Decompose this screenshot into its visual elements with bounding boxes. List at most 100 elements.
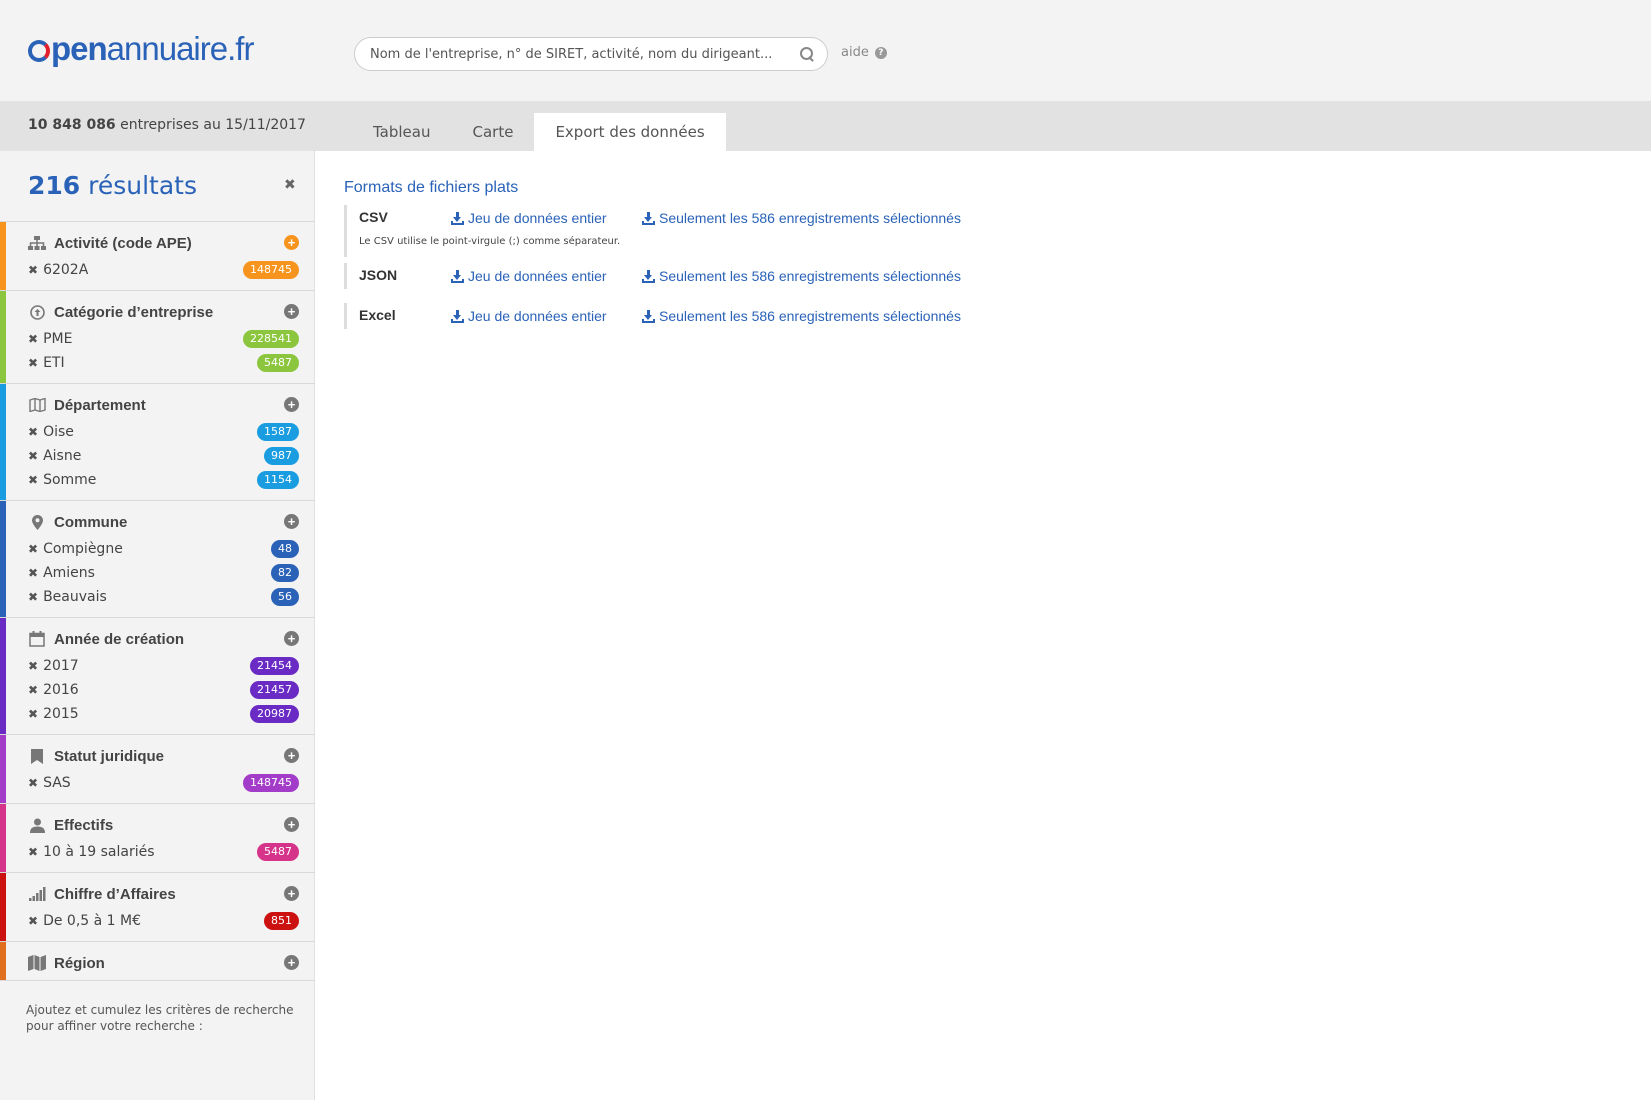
download-icon xyxy=(642,269,655,283)
logo-text-pen: pen xyxy=(51,30,108,67)
remove-filter-icon[interactable]: ✖ xyxy=(28,473,38,487)
search-icon[interactable] xyxy=(799,46,815,62)
download-selected-link[interactable]: Seulement les 586 enregistrements sélect… xyxy=(642,308,961,324)
divider xyxy=(0,980,315,981)
filter-group-header[interactable]: Chiffre d’Affaires + xyxy=(0,883,315,905)
help-link[interactable]: aide ? xyxy=(841,45,887,60)
calendar-icon xyxy=(28,631,46,647)
remove-filter-icon[interactable]: ✖ xyxy=(28,845,38,859)
filter-item: ✖ ETI 5487 xyxy=(0,351,315,375)
remove-filter-icon[interactable]: ✖ xyxy=(28,707,38,721)
add-filter-icon[interactable]: + xyxy=(284,748,299,763)
download-link-label: Jeu de données entier xyxy=(468,268,607,284)
arrow-circle-up-icon xyxy=(28,304,46,320)
filter-group-title: Département xyxy=(54,396,146,414)
filter-group-title: Commune xyxy=(54,513,128,531)
filter-item-label: Somme xyxy=(43,472,97,488)
sitemap-icon xyxy=(28,235,46,251)
filter-group-header[interactable]: Année de création + xyxy=(0,628,315,650)
count-badge: 851 xyxy=(264,912,299,930)
filter-item: ✖ Amiens 82 xyxy=(0,561,315,585)
download-full-link[interactable]: Jeu de données entier xyxy=(451,268,607,284)
filter-item-label: Aisne xyxy=(43,448,82,464)
filter-item-label: Compiègne xyxy=(43,541,123,557)
map-outline-icon xyxy=(28,397,46,413)
format-name: Excel xyxy=(359,307,396,323)
remove-filter-icon[interactable]: ✖ xyxy=(28,449,38,463)
download-selected-link[interactable]: Seulement les 586 enregistrements sélect… xyxy=(642,210,961,226)
logo-text-rest: annuaire.fr xyxy=(106,30,255,67)
add-filter-icon[interactable]: + xyxy=(284,235,299,250)
filter-group-title: Effectifs xyxy=(54,816,114,834)
remove-filter-icon[interactable]: ✖ xyxy=(28,914,38,928)
filter-group-title: Chiffre d’Affaires xyxy=(54,885,176,903)
download-selected-link[interactable]: Seulement les 586 enregistrements sélect… xyxy=(642,268,961,284)
download-link-label: Jeu de données entier xyxy=(468,308,607,324)
remove-filter-icon[interactable]: ✖ xyxy=(28,683,38,697)
count-badge: 148745 xyxy=(243,774,299,792)
filter-group: Chiffre d’Affaires + ✖ De 0,5 à 1 M€ 851 xyxy=(0,872,315,941)
remove-filter-icon[interactable]: ✖ xyxy=(28,659,38,673)
add-filter-icon[interactable]: + xyxy=(284,817,299,832)
add-filter-icon[interactable]: + xyxy=(284,397,299,412)
filter-group: Département + ✖ Oise 1587 ✖ Aisne 987 ✖ Somme 1154 xyxy=(0,383,315,500)
filter-hint: Ajoutez et cumulez les critères de reche… xyxy=(26,1003,294,1033)
remove-filter-icon[interactable]: ✖ xyxy=(28,332,38,346)
add-filter-icon[interactable]: + xyxy=(284,631,299,646)
remove-filter-icon[interactable]: ✖ xyxy=(28,356,38,370)
count-badge: 5487 xyxy=(257,843,299,861)
company-count-number: 10 848 086 xyxy=(28,117,116,133)
format-row: Excel Jeu de données entier Seulement les … xyxy=(344,303,984,329)
tab-export-des-donn-es[interactable]: Export des données xyxy=(534,113,726,151)
count-badge: 21457 xyxy=(250,681,299,699)
count-badge: 56 xyxy=(271,588,299,606)
filter-sidebar: 216 résultats ✖ Activité (code APE) + ✖ 620… xyxy=(0,151,315,1100)
filter-group-header[interactable]: Effectifs + xyxy=(0,814,315,836)
remove-filter-icon[interactable]: ✖ xyxy=(28,542,38,556)
filter-group-header[interactable]: Catégorie d’entreprise + xyxy=(0,301,315,323)
add-filter-icon[interactable]: + xyxy=(284,955,299,970)
logo[interactable]: pen annuaire.fr xyxy=(28,30,255,68)
export-panel: Formats de fichiers plats CSV Jeu de donn… xyxy=(315,151,1651,1100)
download-link-label: Seulement les 586 enregistrements sélect… xyxy=(659,268,961,284)
filter-group-header[interactable]: Statut juridique + xyxy=(0,745,315,767)
filter-group-title: Catégorie d’entreprise xyxy=(54,303,214,321)
filter-item-label: 2016 xyxy=(43,682,79,698)
remove-filter-icon[interactable]: ✖ xyxy=(28,263,38,277)
filter-group-header[interactable]: Activité (code APE) + xyxy=(0,232,315,254)
subbar: 10 848 086 entreprises au 15/11/2017 Tab… xyxy=(0,101,1651,151)
remove-filter-icon[interactable]: ✖ xyxy=(28,776,38,790)
count-badge: 20987 xyxy=(250,705,299,723)
filter-item-label: ETI xyxy=(43,355,65,371)
filter-group-header[interactable]: Département + xyxy=(0,394,315,416)
add-filter-icon[interactable]: + xyxy=(284,514,299,529)
filter-group-header[interactable]: Commune + xyxy=(0,511,315,533)
count-badge: 1154 xyxy=(257,471,299,489)
filter-item-label: Amiens xyxy=(43,565,95,581)
add-filter-icon[interactable]: + xyxy=(284,886,299,901)
add-filter-icon[interactable]: + xyxy=(284,304,299,319)
remove-filter-icon[interactable]: ✖ xyxy=(28,425,38,439)
view-tabs: Tableau Carte Export des données xyxy=(352,113,726,151)
filter-item-label: 2017 xyxy=(43,658,79,674)
search-input[interactable] xyxy=(370,46,799,62)
download-icon xyxy=(642,211,655,225)
download-full-link[interactable]: Jeu de données entier xyxy=(451,210,607,226)
count-badge: 228541 xyxy=(243,330,299,348)
filter-group-header[interactable]: Région + xyxy=(0,952,315,974)
count-badge: 987 xyxy=(264,447,299,465)
remove-filter-icon[interactable]: ✖ xyxy=(28,590,38,604)
signal-icon xyxy=(28,886,46,902)
filter-group: Catégorie d’entreprise + ✖ PME 228541 ✖ ETI 548… xyxy=(0,290,315,383)
tab-tableau[interactable]: Tableau xyxy=(352,113,452,151)
count-badge: 5487 xyxy=(257,354,299,372)
download-full-link[interactable]: Jeu de données entier xyxy=(451,308,607,324)
download-icon xyxy=(451,309,464,323)
tab-carte[interactable]: Carte xyxy=(452,113,535,151)
results-number: 216 xyxy=(28,171,81,200)
company-count-text: entreprises au 15/11/2017 xyxy=(115,117,306,133)
remove-filter-icon[interactable]: ✖ xyxy=(28,566,38,580)
count-badge: 1587 xyxy=(257,423,299,441)
clear-filters-button[interactable]: ✖ xyxy=(284,177,296,193)
search-box xyxy=(354,37,828,71)
